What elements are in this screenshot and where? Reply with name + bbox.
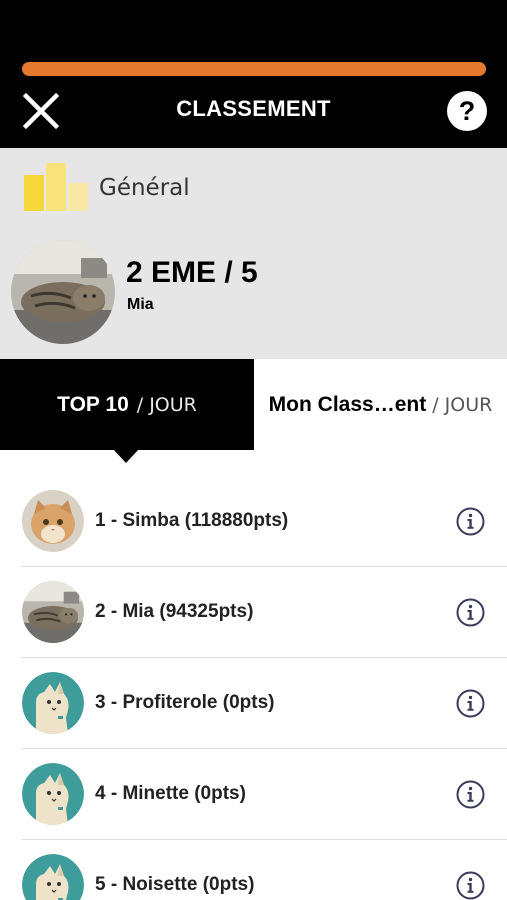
list-item[interactable]: 2 - Mia (94325pts) xyxy=(22,567,507,658)
avatar xyxy=(22,581,84,643)
active-tab-pointer xyxy=(113,449,139,463)
bar-chart-icon xyxy=(24,163,90,211)
top-header: CLASSEMENT ? xyxy=(0,0,507,148)
tab-label: Mon Class…ent xyxy=(268,392,427,416)
ranking-entry-label: 4 - Minette (0pts) xyxy=(95,783,246,804)
ranking-list: 1 - Simba (118880pts) 2 - Mia (94325pts)… xyxy=(22,476,507,900)
avatar xyxy=(22,672,84,734)
help-icon[interactable]: ? xyxy=(447,91,487,131)
info-icon[interactable] xyxy=(456,598,485,627)
info-icon[interactable] xyxy=(456,507,485,536)
tab-period: / JOUR xyxy=(136,393,197,416)
info-icon[interactable] xyxy=(456,780,485,809)
progress-accent-bar xyxy=(22,62,486,76)
avatar xyxy=(22,854,84,900)
user-summary-panel: Général 2 EME / 5 Mia xyxy=(0,148,507,359)
page-title: CLASSEMENT xyxy=(176,96,331,121)
info-icon[interactable] xyxy=(456,689,485,718)
list-item[interactable]: 4 - Minette (0pts) xyxy=(22,749,507,840)
tab-label: TOP 10 xyxy=(57,392,129,416)
user-name: Mia xyxy=(127,296,154,313)
user-rank: 2 EME / 5 xyxy=(126,256,258,289)
info-icon[interactable] xyxy=(456,871,485,900)
category-label: Général xyxy=(99,175,190,201)
list-item[interactable]: 1 - Simba (118880pts) xyxy=(22,476,507,567)
list-item[interactable]: 5 - Noisette (0pts) xyxy=(22,840,507,900)
list-item[interactable]: 3 - Profiterole (0pts) xyxy=(22,658,507,749)
tab-my-ranking[interactable]: Mon Class…ent / JOUR xyxy=(254,359,507,450)
tab-period: / JOUR xyxy=(432,393,493,416)
avatar xyxy=(11,240,115,344)
avatar xyxy=(22,763,84,825)
ranking-entry-label: 3 - Profiterole (0pts) xyxy=(95,692,275,713)
ranking-entry-label: 2 - Mia (94325pts) xyxy=(95,601,254,622)
close-icon[interactable] xyxy=(22,92,60,130)
ranking-entry-label: 1 - Simba (118880pts) xyxy=(95,510,289,531)
tab-top-10[interactable]: TOP 10 / JOUR xyxy=(0,359,254,450)
avatar xyxy=(22,490,84,552)
ranking-entry-label: 5 - Noisette (0pts) xyxy=(95,874,255,895)
